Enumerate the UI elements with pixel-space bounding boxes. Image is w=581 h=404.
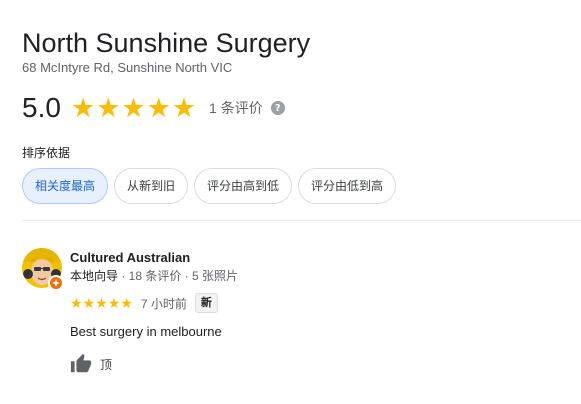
star-icon: ★ [146, 93, 171, 123]
review-text: Best surgery in melbourne [70, 324, 222, 339]
local-guide-badge-icon [48, 275, 64, 291]
reviewer-meta: 本地向导 · 18 条评价 · 5 张照片 [70, 268, 238, 284]
sort-chip-most-relevant[interactable]: 相关度最高 [22, 168, 109, 204]
star-icon: ★ [107, 295, 121, 311]
thumbs-up-icon [70, 353, 92, 373]
rating-summary: 5.0 ★ ★ ★ ★ ★ 1 条评价 ? [22, 88, 285, 128]
like-label: 顶 [100, 357, 113, 372]
sort-chip-highest-rating[interactable]: 评分由高到低 [194, 168, 293, 204]
star-icon: ★ [120, 295, 133, 311]
reviewer-role: 本地向导 [70, 269, 119, 283]
rating-value: 5.0 [22, 92, 61, 123]
place-address: 68 McIntyre Rd, Sunshine North VIC [22, 60, 233, 75]
review-rating-row: ★ ★ ★ ★ ★ 7 小时前 新 [70, 293, 218, 313]
sort-chip-lowest-rating[interactable]: 评分由低到高 [298, 168, 397, 204]
like-button[interactable]: 顶 [70, 352, 112, 376]
star-icon: ★ [95, 295, 108, 311]
star-icon: ★ [70, 295, 83, 311]
sort-chip-newest[interactable]: 从新到旧 [114, 168, 189, 204]
star-icon: ★ [121, 93, 146, 123]
star-icon: ★ [96, 93, 121, 123]
divider [22, 220, 581, 221]
rating-stars: ★ ★ ★ ★ ★ [71, 93, 197, 123]
star-icon: ★ [82, 295, 96, 311]
avatar[interactable] [22, 248, 64, 291]
place-title: North Sunshine Surgery [22, 28, 311, 58]
help-circle-icon[interactable]: ? [270, 101, 285, 115]
star-icon: ★ [171, 93, 197, 123]
star-icon: ★ [70, 93, 96, 123]
sort-options: 相关度最高 从新到旧 评分由高到低 评分由低到高 [22, 168, 402, 204]
review-count[interactable]: 1 条评价 [209, 98, 263, 118]
new-badge: 新 [194, 293, 218, 313]
reviewer-stats: · 18 条评价 · 5 张照片 [118, 269, 239, 283]
review-time: 7 小时前 [140, 296, 187, 311]
reviewer-name[interactable]: Cultured Australian [70, 250, 190, 266]
sort-label: 排序依据 [22, 146, 71, 160]
